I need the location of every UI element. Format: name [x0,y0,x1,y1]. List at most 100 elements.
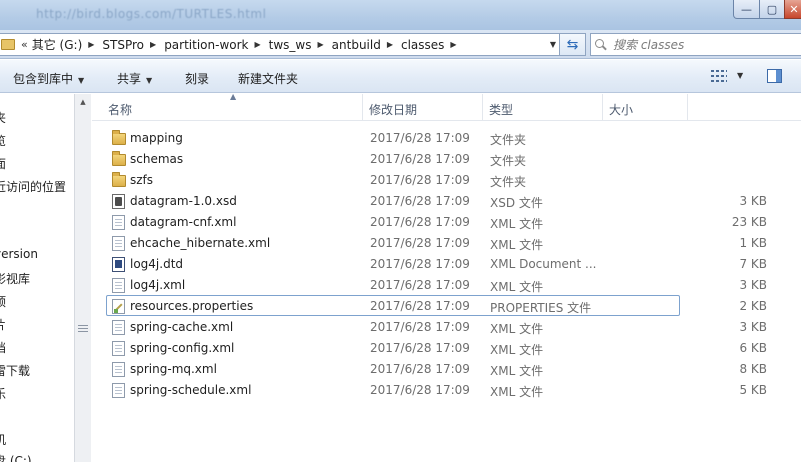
share-button[interactable]: 共享 ▼ [117,70,152,87]
file-type: XML 文件 [490,217,544,231]
nav-item-drive-c[interactable]: 盘 (C:) [0,452,32,462]
list-item-file-focused[interactable]: resources.properties 2017/6/28 17:09 PRO… [106,295,767,316]
file-type: PROPERTIES 文件 [490,301,592,315]
new-folder-button[interactable]: 新建文件夹 [238,70,298,87]
file-date: 2017/6/28 17:09 [370,131,470,145]
column-header-size[interactable]: 大小 [609,101,633,118]
file-date: 2017/6/28 17:09 [370,194,470,208]
column-divider[interactable] [482,94,483,121]
column-header-name[interactable]: 名称 [108,101,132,118]
breadcrumb-item-classes[interactable]: classes [401,38,444,52]
scrollbar-grip[interactable] [78,325,88,333]
chevron-right-icon[interactable]: ▶ [150,40,156,49]
chevron-right-icon[interactable]: ▶ [88,40,94,49]
sort-ascending-icon: ▲ [230,92,237,101]
file-type: XML 文件 [490,280,544,294]
file-size: 2 KB [739,299,767,313]
chevron-down-icon: ▼ [78,76,85,85]
list-item-file[interactable]: datagram-cnf.xml 2017/6/28 17:09 XML 文件 … [106,211,767,232]
breadcrumb: 其它 (G:) ▶ STSPro ▶ partition-work ▶ tws_… [32,36,465,53]
file-name: szfs [130,173,154,187]
close-button[interactable]: ✕ [784,0,801,19]
list-item-file[interactable]: ehcache_hibernate.xml 2017/6/28 17:09 XM… [106,232,767,253]
file-name: log4j.xml [130,278,186,292]
chevron-right-icon[interactable]: ▶ [255,40,261,49]
breadcrumb-item-partition-work[interactable]: partition-work [164,38,248,52]
nav-item[interactable]: 乐 [0,385,6,402]
chevron-right-icon[interactable]: ▶ [387,40,393,49]
scroll-up-icon[interactable]: ▲ [75,94,91,110]
list-item-folder-szfs[interactable]: szfs 2017/6/28 17:09 文件夹 [106,169,680,190]
search-icon [595,38,607,51]
column-header-date[interactable]: 修改日期 [369,101,417,118]
nav-item[interactable]: 影视库 [0,270,30,287]
title-bar: http://bird.blogs.com/TURTLES.html — ▢ ✕ [0,0,801,30]
column-divider[interactable] [687,94,688,121]
list-item-folder-mapping[interactable]: mapping 2017/6/28 17:09 文件夹 [106,127,680,148]
column-divider[interactable] [602,94,603,121]
file-size: 3 KB [739,320,767,334]
address-field[interactable]: « 其它 (G:) ▶ STSPro ▶ partition-work ▶ tw… [0,33,560,56]
preview-pane-icon[interactable] [767,69,782,83]
folder-icon [112,130,126,145]
view-options-icon[interactable] [711,70,727,82]
breadcrumb-item-stspro[interactable]: STSPro [102,38,144,52]
breadcrumb-overflow[interactable]: « [21,38,28,51]
file-size: 8 KB [739,362,767,376]
nav-item[interactable]: 档 [0,339,6,356]
breadcrumb-item-tws-ws[interactable]: tws_ws [269,38,312,52]
search-input[interactable] [613,37,793,52]
nav-item[interactable]: 夹 [0,109,6,126]
navigation-pane: 夹 览 面 近访问的位置 version 影视库 顶 片 档 雷下载 乐 机 盘… [0,94,74,462]
file-type: 文件夹 [490,175,527,189]
file-size: 6 KB [739,341,767,355]
navigation-scrollbar[interactable]: ▲ [74,94,91,462]
column-header-type[interactable]: 类型 [489,101,513,118]
column-divider[interactable] [362,94,363,121]
address-history-dropdown[interactable]: ▼ [550,40,556,49]
maximize-button[interactable]: ▢ [759,0,785,19]
list-item-file[interactable]: spring-schedule.xml 2017/6/28 17:09 XML … [106,379,767,400]
breadcrumb-item-drive[interactable]: 其它 (G:) [32,36,83,53]
file-size: 23 KB [731,215,767,229]
refresh-icon: ⇆ [566,36,579,53]
list-item-folder-schemas[interactable]: schemas 2017/6/28 17:09 文件夹 [106,148,680,169]
nav-item[interactable]: 览 [0,132,6,149]
burn-button[interactable]: 刻录 [185,70,209,87]
file-name: mapping [130,131,183,145]
file-date: 2017/6/28 17:09 [370,152,470,166]
minimize-button[interactable]: — [733,0,760,19]
include-in-library-button[interactable]: 包含到库中 ▼ [13,70,84,87]
command-bar: 包含到库中 ▼ 共享 ▼ 刻录 新建文件夹 ▼ [0,60,801,93]
xml-file-icon [112,362,125,377]
list-item-file[interactable]: log4j.xml 2017/6/28 17:09 XML 文件 3 KB [106,274,767,295]
file-name: datagram-1.0.xsd [130,194,237,208]
list-item-file[interactable]: log4j.dtd 2017/6/28 17:09 XML Document .… [106,253,767,274]
search-box[interactable] [590,33,801,56]
folder-icon [112,172,126,187]
nav-item-recent-places[interactable]: 近访问的位置 [0,178,66,195]
chevron-down-icon[interactable]: ▼ [737,71,743,80]
list-item-file[interactable]: datagram-1.0.xsd 2017/6/28 17:09 XSD 文件 … [106,190,767,211]
nav-item-thunder-download[interactable]: 雷下载 [0,362,30,379]
list-item-file[interactable]: spring-cache.xml 2017/6/28 17:09 XML 文件 … [106,316,767,337]
file-size: 3 KB [739,278,767,292]
refresh-button[interactable]: ⇆ [560,33,586,56]
share-label: 共享 [117,72,142,86]
breadcrumb-item-antbuild[interactable]: antbuild [332,38,381,52]
xml-file-icon [112,383,125,398]
nav-item-computer[interactable]: 机 [0,431,6,448]
file-type: 文件夹 [490,133,527,147]
chevron-right-icon[interactable]: ▶ [318,40,324,49]
list-item-file[interactable]: spring-mq.xml 2017/6/28 17:09 XML 文件 8 K… [106,358,767,379]
file-type: XML 文件 [490,238,544,252]
file-name: spring-cache.xml [130,320,234,334]
nav-item[interactable]: 顶 [0,293,6,310]
chevron-right-icon[interactable]: ▶ [450,40,456,49]
file-type: XML Document ... [490,257,597,271]
nav-item-version[interactable]: version [0,247,38,261]
file-date: 2017/6/28 17:09 [370,320,470,334]
nav-item[interactable]: 面 [0,155,6,172]
list-item-file[interactable]: spring-config.xml 2017/6/28 17:09 XML 文件… [106,337,767,358]
nav-item[interactable]: 片 [0,316,6,333]
